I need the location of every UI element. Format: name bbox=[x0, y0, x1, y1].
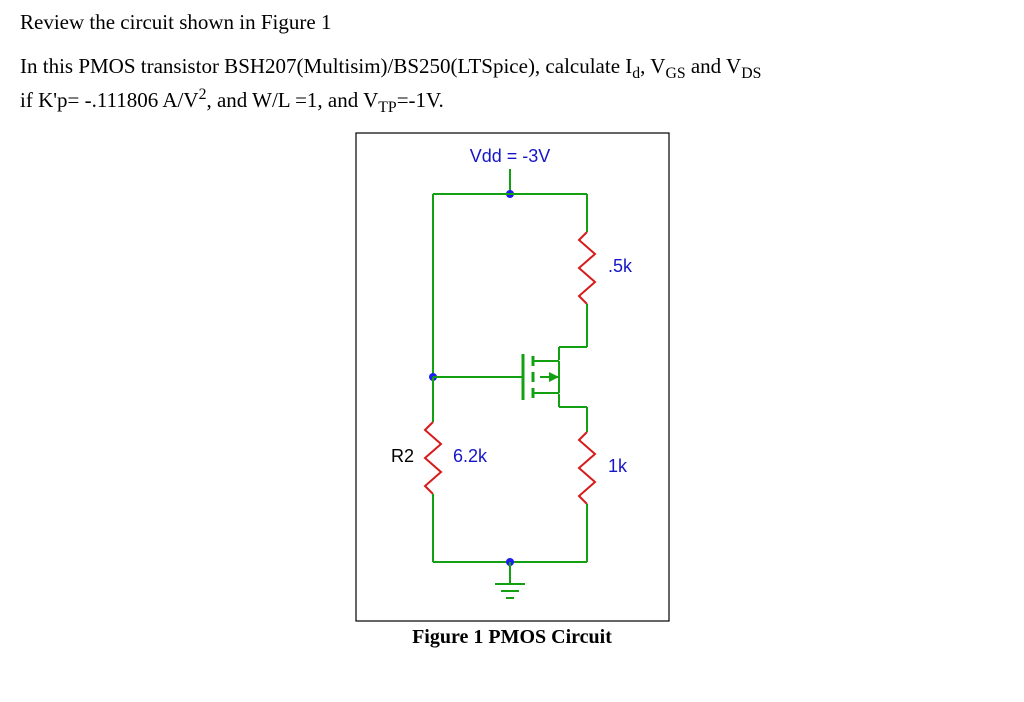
sub-d: d bbox=[632, 65, 640, 82]
prob-2c: =-1V. bbox=[397, 88, 444, 112]
r2-value: 6.2k bbox=[453, 446, 488, 466]
figure-1: Vdd = -3V R2 6.2k .5k bbox=[20, 132, 1004, 649]
sub-tp: TP bbox=[378, 99, 396, 116]
r2-name: R2 bbox=[391, 446, 414, 466]
pmos-transistor bbox=[503, 347, 587, 432]
prob-2b: , and W/L =1, and V bbox=[206, 88, 378, 112]
prob-2a: if K'p= -.111806 A/V bbox=[20, 88, 199, 112]
circuit-diagram: Vdd = -3V R2 6.2k .5k bbox=[355, 132, 670, 622]
problem-statement: In this PMOS transistor BSH207(Multisim)… bbox=[20, 53, 1004, 118]
vdd-label: Vdd = -3V bbox=[469, 146, 550, 166]
r-top-right-value: .5k bbox=[608, 256, 633, 276]
figure-caption: Figure 1 PMOS Circuit bbox=[412, 626, 612, 649]
sub-gs: GS bbox=[665, 65, 685, 82]
r-bottom-right-value: 1k bbox=[608, 456, 628, 476]
prob-1b: , V bbox=[640, 54, 665, 78]
prob-1c: and V bbox=[686, 54, 742, 78]
intro-text: Review the circuit shown in Figure 1 bbox=[20, 10, 1004, 35]
prob-1a: In this PMOS transistor BSH207(Multisim)… bbox=[20, 54, 632, 78]
sub-ds: DS bbox=[741, 65, 761, 82]
